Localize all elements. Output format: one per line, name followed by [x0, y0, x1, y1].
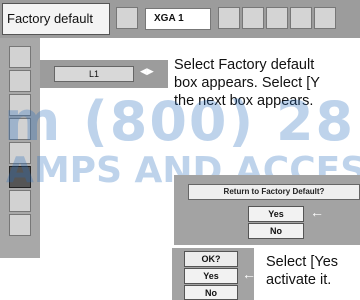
info-icon[interactable] — [290, 7, 312, 29]
instruction-line-1: Select Factory default — [174, 57, 315, 73]
setting-icon[interactable] — [242, 7, 264, 29]
confirm-line-2: activate it. — [266, 272, 332, 288]
top-menu-bar: Factory default XGA 1 — [0, 0, 360, 38]
pencil-icon[interactable] — [314, 7, 336, 29]
confirm-no-button[interactable]: No — [184, 285, 238, 300]
dialog-title: Return to Factory Default? — [188, 184, 360, 200]
image-adjust-icon[interactable] — [116, 7, 138, 29]
menu-title: Factory default — [2, 3, 110, 35]
selector-arrows-icon[interactable]: ◀▶ — [140, 66, 154, 77]
fan-icon[interactable] — [9, 70, 31, 92]
source-icon[interactable] — [218, 7, 240, 29]
factory-default-dialog: Return to Factory Default? Yes ← No — [174, 175, 360, 245]
watermark-phone: m (800) 281-8 — [4, 90, 360, 153]
confirm-title: OK? — [184, 251, 238, 267]
screen-icon[interactable] — [266, 7, 288, 29]
confirm-yes-button[interactable]: Yes — [184, 268, 238, 284]
yes-button[interactable]: Yes — [248, 206, 304, 222]
confirm-line-1: Select [Yes — [266, 254, 339, 270]
input-selector[interactable]: L1 ◀▶ — [40, 60, 168, 88]
no-button[interactable]: No — [248, 223, 304, 239]
pointer-arrow-icon: ← — [242, 266, 256, 282]
down-arrow-icon[interactable] — [9, 190, 31, 212]
exit-icon[interactable] — [9, 214, 31, 236]
confirm-dialog: OK? Yes ← No — [172, 248, 256, 300]
up-arrow-icon[interactable] — [9, 46, 31, 68]
confirm-instruction: Select [Yes activate it. — [266, 253, 360, 289]
selector-value[interactable]: L1 — [54, 66, 134, 82]
source-label: XGA 1 — [145, 8, 211, 30]
pointer-arrow-icon: ← — [310, 204, 324, 220]
